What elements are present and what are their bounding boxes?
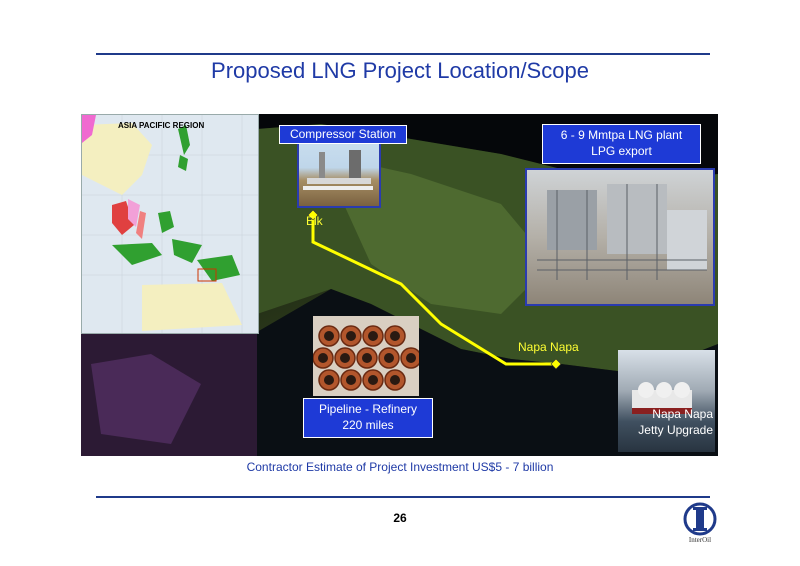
satellite-map: ASIA PACIFIC REGION Compressor Station 6… [81, 114, 718, 456]
investment-caption: Contractor Estimate of Project Investmen… [246, 460, 554, 474]
napa-napa-label: Napa Napa [518, 340, 579, 354]
top-rule [96, 53, 710, 55]
compressor-station-photo [297, 140, 381, 208]
lng-plant-line2: LPG export [591, 144, 652, 158]
slide-title: Proposed LNG Project Location/Scope [211, 58, 589, 83]
interoil-logo-text: InterOil [688, 536, 712, 544]
compressor-station-label: Compressor Station [279, 125, 407, 144]
lng-plant-line1: 6 - 9 Mmtpa LNG plant [560, 128, 683, 142]
pipeline-label: Pipeline - Refinery 220 miles [303, 398, 433, 438]
jetty-line1: Napa Napa [652, 407, 713, 421]
lng-plant-label: 6 - 9 Mmtpa LNG plant LPG export [542, 124, 701, 164]
elk-label: Elk [306, 214, 323, 228]
pipeline-photo [313, 316, 419, 396]
inset-map-title: ASIA PACIFIC REGION [118, 121, 205, 130]
asia-pacific-inset-map: ASIA PACIFIC REGION [81, 114, 259, 334]
jetty-line2: Jetty Upgrade [638, 423, 713, 437]
pipeline-line2: 220 miles [342, 418, 394, 432]
jetty-label: Napa Napa Jetty Upgrade [621, 406, 713, 438]
bottom-rule [96, 496, 710, 498]
lng-plant-photo [525, 168, 715, 306]
pipeline-line1: Pipeline - Refinery [318, 402, 418, 416]
inset-map-graphic [82, 115, 258, 333]
